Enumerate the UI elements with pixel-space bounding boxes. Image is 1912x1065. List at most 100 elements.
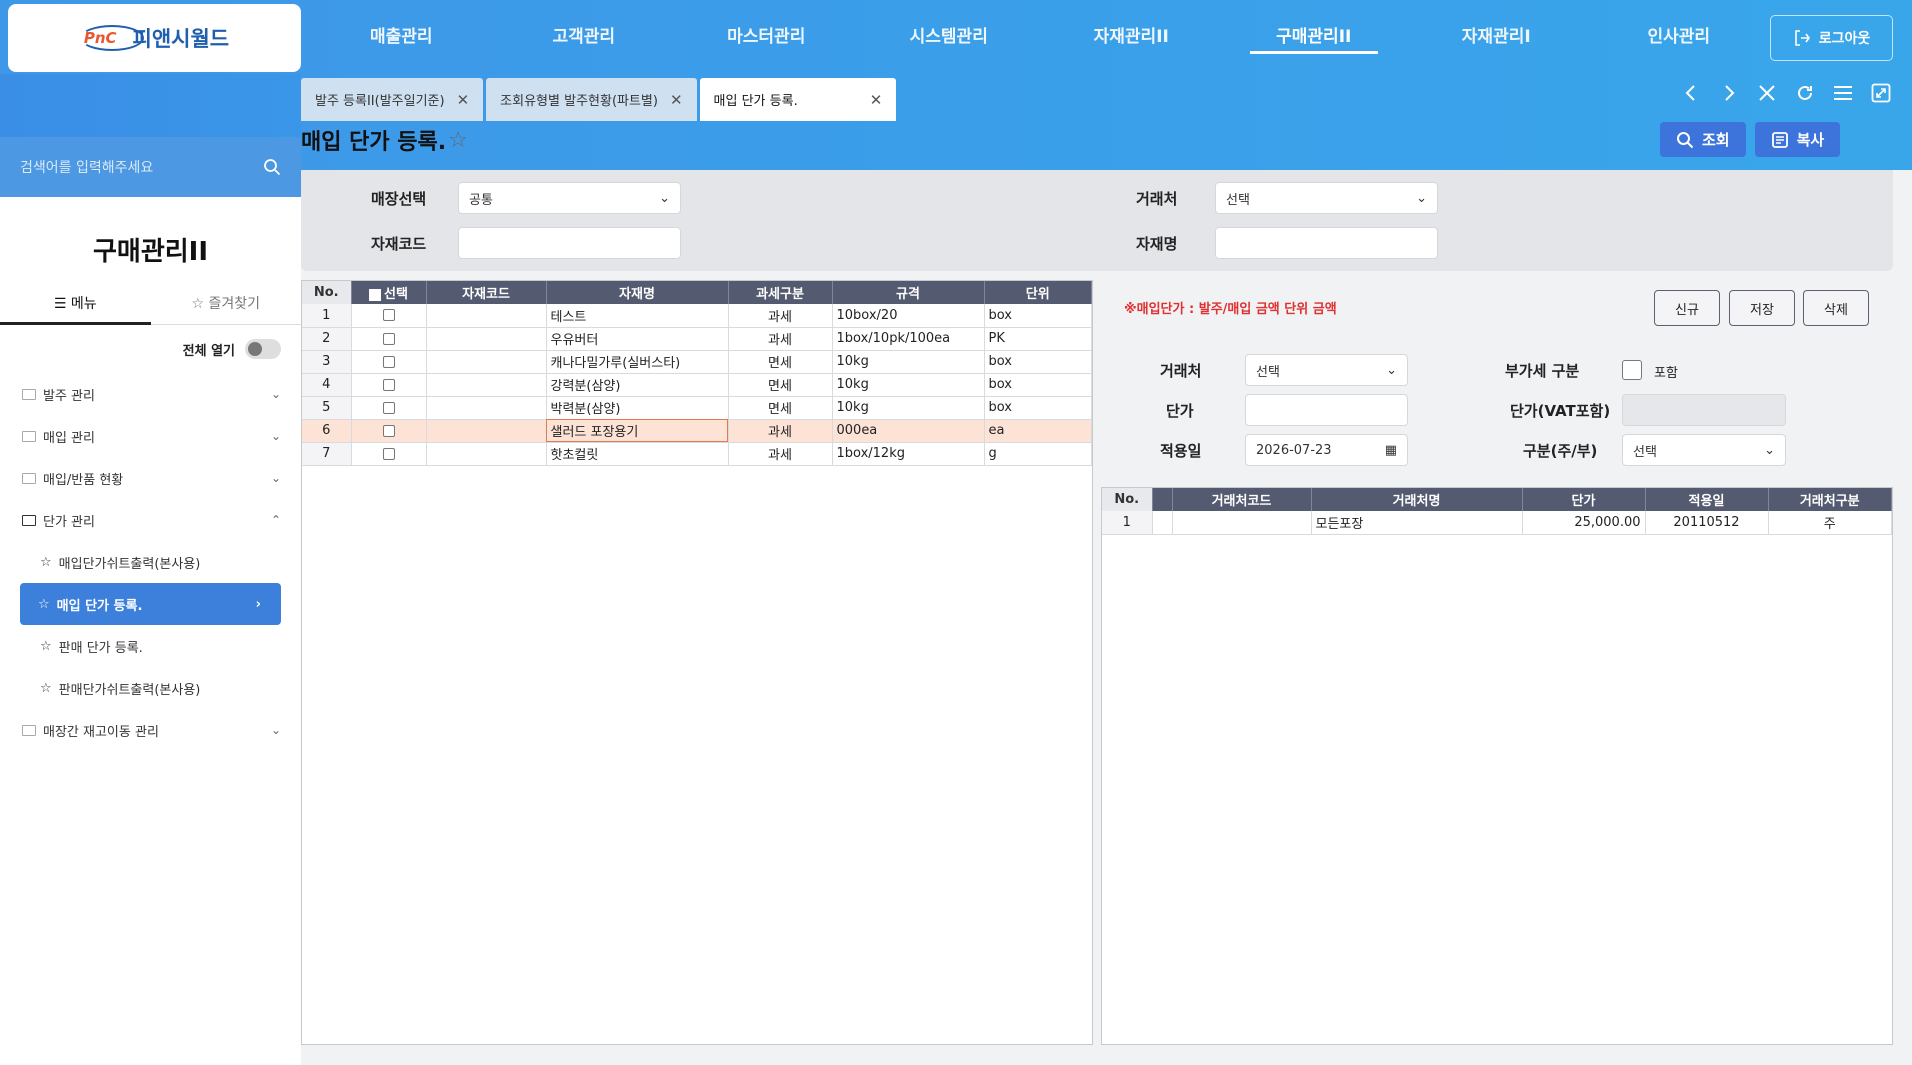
row-checkbox[interactable] [382,332,395,345]
cell-name[interactable]: 핫초컬릿 [546,442,729,466]
save-button[interactable]: 저장 [1729,290,1795,326]
sidebar-item-purchase-mgmt[interactable]: 매입 관리 ⌄ [0,415,301,457]
cell-tax[interactable]: 과세 [728,327,833,351]
sidebar-search[interactable]: 검색어를 입력해주세요 [0,137,301,197]
cell-code[interactable] [426,419,547,443]
nav-materials-2[interactable]: 자재관리II [1040,0,1223,74]
sidebar-item-purchase-status[interactable]: 매입/반품 현황 ⌄ [0,457,301,499]
table-row[interactable]: 4 강력분(삼양) 면세 10kg box [302,373,1092,397]
sidebar-item-stock-transfer[interactable]: 매장간 재고이동 관리 ⌄ [0,709,301,751]
star-icon[interactable]: ☆ [40,639,52,654]
star-icon[interactable]: ☆ [448,128,468,153]
close-icon[interactable]: ✕ [670,91,683,109]
table-row[interactable]: 7 핫초컬릿 과세 1box/12kg g [302,442,1092,466]
table-row[interactable]: 1 테스트 과세 10box/20 box [302,304,1092,328]
cell-unit[interactable]: box [984,396,1092,420]
star-icon[interactable]: ☆ [40,555,52,570]
chevron-right-icon[interactable] [1718,82,1740,104]
sidebar-tab-favorites[interactable]: ☆ 즐겨찾기 [150,285,301,325]
refresh-icon[interactable] [1794,82,1816,104]
cell-vendor-code[interactable] [1172,511,1312,535]
material-code-input[interactable] [458,227,681,259]
col-apply-date[interactable]: 적용일 [1645,488,1769,511]
cell-price[interactable]: 25,000.00 [1522,511,1646,535]
cell-tax[interactable]: 면세 [728,350,833,374]
close-icon[interactable]: ✕ [457,91,470,109]
table-row[interactable]: 2 우유버터 과세 1box/10pk/100ea PK [302,327,1092,351]
cell-unit[interactable]: g [984,442,1092,466]
cell-code[interactable] [426,304,547,328]
col-name[interactable]: 자재명 [546,281,729,304]
cell-select[interactable] [351,419,427,443]
cell-spec[interactable]: 10kg [832,373,985,397]
cell-vendor-name[interactable]: 모든포장 [1311,511,1523,535]
col-tax[interactable]: 과세구분 [728,281,833,304]
col-price[interactable]: 단가 [1522,488,1646,511]
col-select[interactable]: 선택 [351,281,427,304]
cell-unit[interactable]: box [984,350,1092,374]
cell-spec[interactable]: 1box/10pk/100ea [832,327,985,351]
cell-unit[interactable]: PK [984,327,1092,351]
new-button[interactable]: 신규 [1654,290,1720,326]
cell-select[interactable] [351,327,427,351]
sidebar-search-input[interactable]: 검색어를 입력해주세요 [20,157,153,177]
apply-date-input[interactable]: 2026-07-23 ▦ [1245,434,1408,466]
cell-vendor-kind[interactable]: 주 [1768,511,1892,535]
logout-button[interactable]: 로그아웃 [1770,15,1893,61]
cell-code[interactable] [426,396,547,420]
fullscreen-icon[interactable] [1870,82,1892,104]
row-checkbox[interactable] [382,355,395,368]
material-name-input[interactable] [1215,227,1438,259]
nav-sales[interactable]: 매출관리 [310,0,493,74]
col-vendor-kind[interactable]: 거래처구분 [1768,488,1892,511]
cell-name[interactable]: 테스트 [546,304,729,328]
star-icon[interactable]: ☆ [38,597,50,612]
row-checkbox[interactable] [382,447,395,460]
price-input[interactable] [1245,394,1408,426]
cell-name[interactable]: 강력분(삼양) [546,373,729,397]
calendar-icon[interactable]: ▦ [1385,443,1397,458]
cell-apply-date[interactable]: 20110512 [1645,511,1769,535]
cell-select[interactable] [351,373,427,397]
cell-select[interactable] [351,304,427,328]
cell-spec[interactable]: 10kg [832,350,985,374]
nav-purchasing-2[interactable]: 구매관리II [1223,0,1406,74]
col-vendor-name[interactable]: 거래처명 [1311,488,1523,511]
nav-materials-1[interactable]: 자재관리I [1405,0,1588,74]
kind-select[interactable]: 선택 ⌄ [1622,434,1786,466]
cell-code[interactable] [426,350,547,374]
cell-unit[interactable]: box [984,373,1092,397]
nav-system[interactable]: 시스템관리 [858,0,1041,74]
cell-select[interactable] [351,350,427,374]
row-checkbox[interactable] [382,424,395,437]
tab-order-register[interactable]: 발주 등록II(발주일기준) ✕ [301,78,484,121]
sidebar-item-order-mgmt[interactable]: 발주 관리 ⌄ [0,373,301,415]
close-icon[interactable]: ✕ [870,91,883,109]
col-code[interactable]: 자재코드 [426,281,547,304]
close-all-icon[interactable] [1756,82,1778,104]
sidebar-item-purchase-price-register[interactable]: ☆ 매입 단가 등록. › [20,583,281,625]
nav-customers[interactable]: 고객관리 [493,0,676,74]
cell-unit[interactable]: ea [984,419,1092,443]
cell-name[interactable]: 캐나다밀가루(실버스타) [546,350,729,374]
tab-purchase-price[interactable]: 매입 단가 등록. ✕ [699,78,897,121]
sidebar-item-sales-price-sheet[interactable]: ☆ 판매단가쉬트출력(본사용) [0,667,301,709]
sidebar-item-sales-price-register[interactable]: ☆ 판매 단가 등록. [0,625,301,667]
table-row[interactable]: 5 박력분(삼양) 면세 10kg box [302,396,1092,420]
table-row-selected[interactable]: 6 샐러드 포장용기 과세 000ea ea [302,419,1092,443]
cell-code[interactable] [426,373,547,397]
sidebar-item-price-mgmt[interactable]: 단가 관리 ⌃ [0,499,301,541]
cell-name[interactable]: 샐러드 포장용기 [546,419,729,443]
cell-tax[interactable]: 면세 [728,396,833,420]
cell-spec[interactable]: 10box/20 [832,304,985,328]
cell-tax[interactable]: 과세 [728,442,833,466]
cell-select[interactable] [351,442,427,466]
cell-select[interactable] [351,396,427,420]
cell-spec[interactable]: 000ea [832,419,985,443]
cell-tax[interactable]: 과세 [728,304,833,328]
cell-unit[interactable]: box [984,304,1092,328]
cell-tax[interactable]: 면세 [728,373,833,397]
copy-button[interactable]: 복사 [1754,122,1841,157]
cell-name[interactable]: 우유버터 [546,327,729,351]
cell-name[interactable]: 박력분(삼양) [546,396,729,420]
